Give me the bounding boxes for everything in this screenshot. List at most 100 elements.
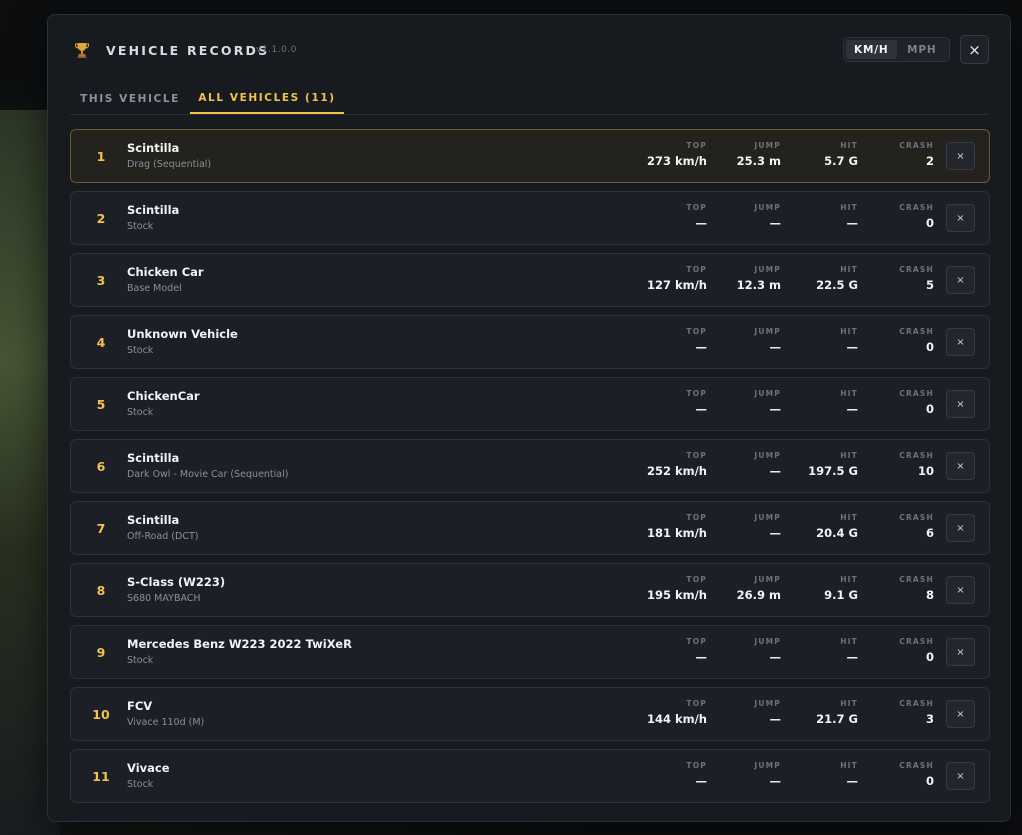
stat-hit: HIT 5.7 G: [778, 141, 858, 168]
stat-jump-value: —: [769, 464, 782, 478]
delete-record-button[interactable]: ×: [946, 142, 975, 170]
stat-jump-value: 26.9 m: [736, 588, 781, 602]
stat-top-value: 144 km/h: [646, 712, 707, 726]
tab-this-vehicle[interactable]: THIS VEHICLE: [70, 83, 190, 114]
stat-hit-value: 21.7 G: [816, 712, 858, 726]
stat-hit-label: HIT: [840, 575, 858, 584]
vehicle-variant: Stock: [127, 407, 154, 418]
stat-hit-value: 20.4 G: [816, 526, 858, 540]
stat-crash: CRASH 0: [854, 327, 934, 354]
stat-hit-label: HIT: [840, 637, 858, 646]
vehicle-name: Scintilla: [127, 513, 180, 527]
stat-jump: JUMP —: [701, 389, 781, 416]
unit-kmh-button[interactable]: KM/H: [846, 40, 897, 59]
record-row[interactable]: 7 Scintilla Off-Road (DCT) TOP 181 km/h …: [70, 501, 990, 555]
stat-top-value: —: [695, 340, 708, 354]
vehicle-name: S-Class (W223): [127, 575, 226, 589]
stat-hit: HIT 197.5 G: [778, 451, 858, 478]
stat-jump-value: —: [769, 216, 782, 230]
record-row[interactable]: 5 ChickenCar Stock TOP — JUMP — HIT — CR…: [70, 377, 990, 431]
record-rank: 10: [92, 706, 110, 722]
record-rank: 1: [96, 148, 106, 164]
delete-record-button[interactable]: ×: [946, 204, 975, 232]
version-label: v1.1.0.0: [256, 45, 297, 55]
stat-hit-value: —: [846, 650, 859, 664]
vehicle-variant: Stock: [127, 221, 154, 232]
delete-record-button[interactable]: ×: [946, 514, 975, 542]
stat-crash-label: CRASH: [899, 389, 934, 398]
stat-hit-label: HIT: [840, 141, 858, 150]
record-row[interactable]: 11 Vivace Stock TOP — JUMP — HIT — CRASH…: [70, 749, 990, 803]
stat-top-label: TOP: [686, 513, 707, 522]
vehicle-variant: Stock: [127, 779, 154, 790]
stat-jump: JUMP —: [701, 761, 781, 788]
record-rank: 2: [96, 210, 106, 226]
close-icon: ×: [956, 274, 965, 286]
stat-crash-label: CRASH: [899, 141, 934, 150]
stat-jump: JUMP —: [701, 327, 781, 354]
delete-record-button[interactable]: ×: [946, 390, 975, 418]
unit-mph-button[interactable]: MPH: [897, 40, 948, 59]
close-icon: ×: [956, 212, 965, 224]
delete-record-button[interactable]: ×: [946, 638, 975, 666]
delete-record-button[interactable]: ×: [946, 266, 975, 294]
record-row[interactable]: 10 FCV Vivace 110d (M) TOP 144 km/h JUMP…: [70, 687, 990, 741]
stat-crash: CRASH 0: [854, 637, 934, 664]
stat-jump-value: 25.3 m: [736, 154, 781, 168]
record-row[interactable]: 3 Chicken Car Base Model TOP 127 km/h JU…: [70, 253, 990, 307]
close-icon: ×: [956, 336, 965, 348]
stat-jump-label: JUMP: [754, 389, 781, 398]
vehicle-variant: Stock: [127, 655, 154, 666]
stat-hit: HIT 9.1 G: [778, 575, 858, 602]
delete-record-button[interactable]: ×: [946, 762, 975, 790]
vehicle-variant: Base Model: [127, 283, 182, 294]
delete-record-button[interactable]: ×: [946, 576, 975, 604]
stat-top: TOP 144 km/h: [627, 699, 707, 726]
stat-hit-label: HIT: [840, 203, 858, 212]
stat-crash: CRASH 8: [854, 575, 934, 602]
stat-jump-label: JUMP: [754, 761, 781, 770]
tab-all-vehicles[interactable]: ALL VEHICLES (11): [190, 83, 344, 114]
vehicle-records-panel: VEHICLE RECORDS v1.1.0.0 KM/H MPH × THIS…: [47, 14, 1011, 822]
delete-record-button[interactable]: ×: [946, 700, 975, 728]
stat-top-label: TOP: [686, 637, 707, 646]
stat-top-label: TOP: [686, 575, 707, 584]
delete-record-button[interactable]: ×: [946, 328, 975, 356]
record-row[interactable]: 9 Mercedes Benz W223 2022 TwiXeR Stock T…: [70, 625, 990, 679]
stat-top: TOP —: [627, 327, 707, 354]
stat-jump: JUMP —: [701, 699, 781, 726]
stat-hit: HIT 20.4 G: [778, 513, 858, 540]
stat-top-label: TOP: [686, 203, 707, 212]
stat-crash-value: 8: [925, 588, 934, 602]
stat-top-value: —: [695, 650, 708, 664]
record-row[interactable]: 8 S-Class (W223) S680 MAYBACH TOP 195 km…: [70, 563, 990, 617]
stat-hit: HIT 22.5 G: [778, 265, 858, 292]
stat-crash-value: 10: [917, 464, 934, 478]
stat-hit: HIT —: [778, 327, 858, 354]
record-row[interactable]: 1 Scintilla Drag (Sequential) TOP 273 km…: [70, 129, 990, 183]
vehicle-name: Vivace: [127, 761, 170, 775]
record-row[interactable]: 4 Unknown Vehicle Stock TOP — JUMP — HIT…: [70, 315, 990, 369]
vehicle-variant: Dark Owl - Movie Car (Sequential): [127, 469, 289, 480]
stat-jump: JUMP —: [701, 637, 781, 664]
stat-jump: JUMP 12.3 m: [701, 265, 781, 292]
close-button[interactable]: ×: [960, 35, 989, 64]
record-row[interactable]: 6 Scintilla Dark Owl - Movie Car (Sequen…: [70, 439, 990, 493]
stat-jump-label: JUMP: [754, 265, 781, 274]
vehicle-name: FCV: [127, 699, 153, 713]
stat-jump: JUMP 26.9 m: [701, 575, 781, 602]
stat-jump-label: JUMP: [754, 327, 781, 336]
stat-crash: CRASH 0: [854, 389, 934, 416]
close-icon: ×: [956, 646, 965, 658]
stat-jump-value: —: [769, 774, 782, 788]
vehicle-variant: Vivace 110d (M): [127, 717, 205, 728]
close-icon: ×: [956, 460, 965, 472]
record-row[interactable]: 2 Scintilla Stock TOP — JUMP — HIT — CRA…: [70, 191, 990, 245]
stat-hit-value: —: [846, 216, 859, 230]
record-rank: 9: [96, 644, 106, 660]
record-rank: 6: [96, 458, 106, 474]
stat-top-label: TOP: [686, 141, 707, 150]
close-icon: ×: [956, 522, 965, 534]
record-rank: 11: [92, 768, 110, 784]
delete-record-button[interactable]: ×: [946, 452, 975, 480]
